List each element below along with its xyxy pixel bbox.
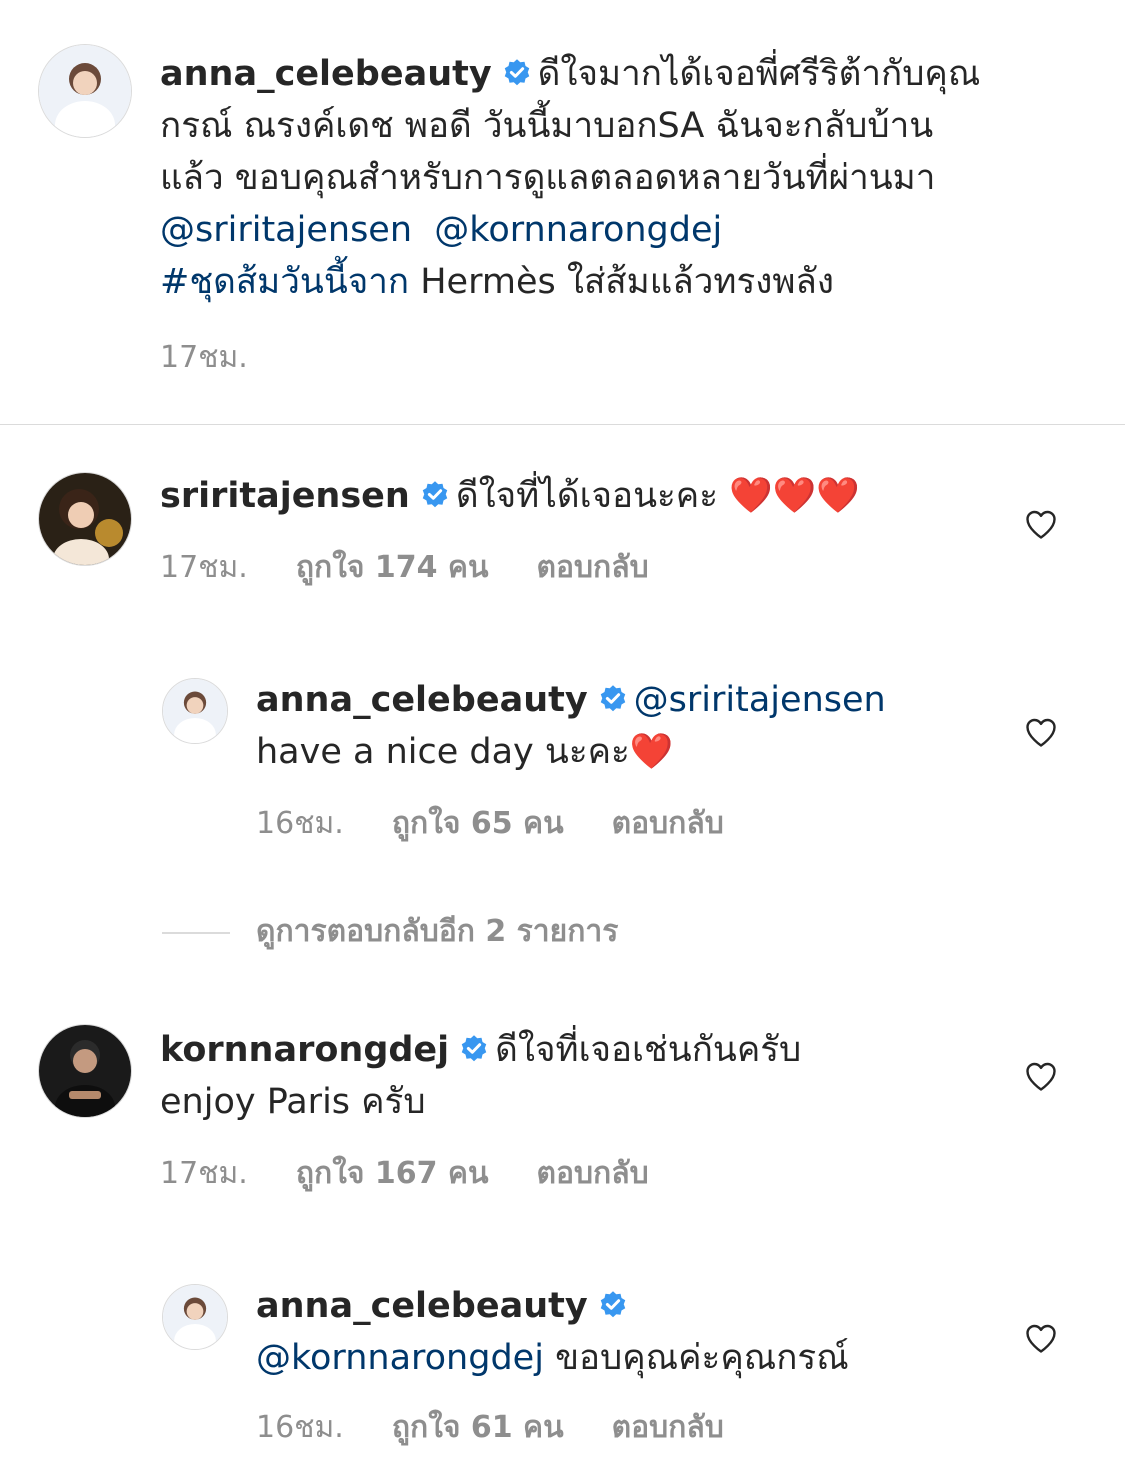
reply-1-mention[interactable]: @sriritajensen [634, 680, 886, 720]
divider [0, 424, 1125, 425]
reply-1-reply-button[interactable]: ตอบกลับ [612, 804, 724, 844]
view-more-replies-button[interactable]: ดูการตอบกลับอีก 2 รายการ [256, 912, 618, 952]
hashtag-link[interactable]: #ชุดส้มวันนี้จาก [160, 262, 409, 302]
reply-2-meta: 16ชม. ถูกใจ 61 คน ตอบกลับ [256, 1408, 772, 1448]
verified-badge-icon [598, 684, 628, 714]
verified-badge-icon [502, 58, 532, 88]
avatar-anna[interactable] [162, 678, 228, 744]
verified-badge-icon [598, 1290, 628, 1320]
reply-1-meta: 16ชม. ถูกใจ 65 คน ตอบกลับ [256, 804, 772, 844]
avatar-anna[interactable] [38, 44, 132, 138]
comment-1-meta: 17ชม. ถูกใจ 174 คน ตอบกลับ [160, 548, 697, 588]
reply-2-username[interactable]: anna_celebeauty [256, 1286, 588, 1326]
comment-1-text: sriritajensen ดีใจที่ได้เจอนะคะ ❤️❤️❤️ [160, 470, 980, 522]
reply-2-body: ขอบคุณค่ะคุณกรณ์ [543, 1338, 849, 1378]
like-heart-icon[interactable] [1022, 506, 1060, 542]
avatar-image [39, 1025, 131, 1117]
comment-2-body: ดีใจที่เจอเช่นกันครับ [495, 1030, 802, 1070]
reply-1-time[interactable]: 16ชม. [256, 804, 344, 844]
comment-2-time[interactable]: 17ชม. [160, 1154, 248, 1194]
caption-time[interactable]: 17ชม. [160, 338, 248, 378]
reply-2-reply-button[interactable]: ตอบกลับ [612, 1408, 724, 1448]
like-heart-icon[interactable] [1022, 1320, 1060, 1356]
heart-emoji: ❤️ [629, 732, 674, 772]
comment-1-likes[interactable]: ถูกใจ 174 คน [296, 548, 489, 588]
verified-badge-icon [459, 1034, 489, 1064]
caption-line-5: Hermès ใส่ส้มแล้วทรงพลัง [409, 262, 834, 302]
comment-1-body: ดีใจที่ได้เจอนะคะ [455, 476, 719, 516]
comment-1-time[interactable]: 17ชม. [160, 548, 248, 588]
avatar-image [163, 679, 227, 743]
reply-2-time[interactable]: 16ชม. [256, 1408, 344, 1448]
caption-line-2: กรณ์ ณรงค์เดช พอดี วันนี้มาบอกSA ฉันจะกล… [160, 106, 934, 146]
caption-line-3: แล้ว ขอบคุณสำหรับการดูแลตลอดหลายวันที่ผ่… [160, 158, 936, 198]
avatar-sriritajensen[interactable] [38, 472, 132, 566]
like-heart-icon[interactable] [1022, 714, 1060, 750]
mention-sriritajensen[interactable]: @sriritajensen [160, 210, 412, 250]
avatar-kornnarongdej[interactable] [38, 1024, 132, 1118]
comment-2-body-line-2: enjoy Paris ครับ [160, 1082, 426, 1122]
avatar-anna[interactable] [162, 1284, 228, 1350]
reply-2-mention[interactable]: @kornnarongdej [256, 1338, 544, 1378]
reply-1-likes[interactable]: ถูกใจ 65 คน [392, 804, 564, 844]
comment-2-text: kornnarongdej ดีใจที่เจอเช่นกันครับ enjoy… [160, 1024, 980, 1128]
comment-1-username[interactable]: sriritajensen [160, 476, 410, 516]
heart-emoji: ❤️❤️❤️ [729, 476, 860, 516]
comment-2-reply-button[interactable]: ตอบกลับ [537, 1154, 649, 1194]
comment-2-likes[interactable]: ถูกใจ 167 คน [296, 1154, 489, 1194]
avatar-image [163, 1285, 227, 1349]
caption-line-1: ดีใจมากได้เจอพี่ศรีริต้ากับคุณ [537, 54, 981, 94]
reply-1-body: have a nice day นะคะ [256, 732, 630, 772]
verified-badge-icon [420, 480, 450, 510]
like-heart-icon[interactable] [1022, 1058, 1060, 1094]
comment-2-meta: 17ชม. ถูกใจ 167 คน ตอบกลับ [160, 1154, 697, 1194]
avatar-image [39, 473, 131, 565]
avatar-image [39, 45, 131, 137]
caption-text: anna_celebeauty ดีใจมากได้เจอพี่ศรีริต้าก… [160, 48, 1090, 308]
reply-2-likes[interactable]: ถูกใจ 61 คน [392, 1408, 564, 1448]
caption-meta: 17ชม. [160, 338, 296, 378]
reply-2-text: anna_celebeauty @kornnarongdej ขอบคุณค่ะ… [256, 1280, 996, 1384]
reply-1-text: anna_celebeauty @sriritajensen have a nic… [256, 674, 996, 778]
reply-1-username[interactable]: anna_celebeauty [256, 680, 588, 720]
comment-1-reply-button[interactable]: ตอบกลับ [537, 548, 649, 588]
comment-2-username[interactable]: kornnarongdej [160, 1030, 449, 1070]
caption-username[interactable]: anna_celebeauty [160, 54, 492, 94]
view-replies-line [162, 932, 230, 934]
mention-kornnarongdej[interactable]: @kornnarongdej [434, 210, 722, 250]
